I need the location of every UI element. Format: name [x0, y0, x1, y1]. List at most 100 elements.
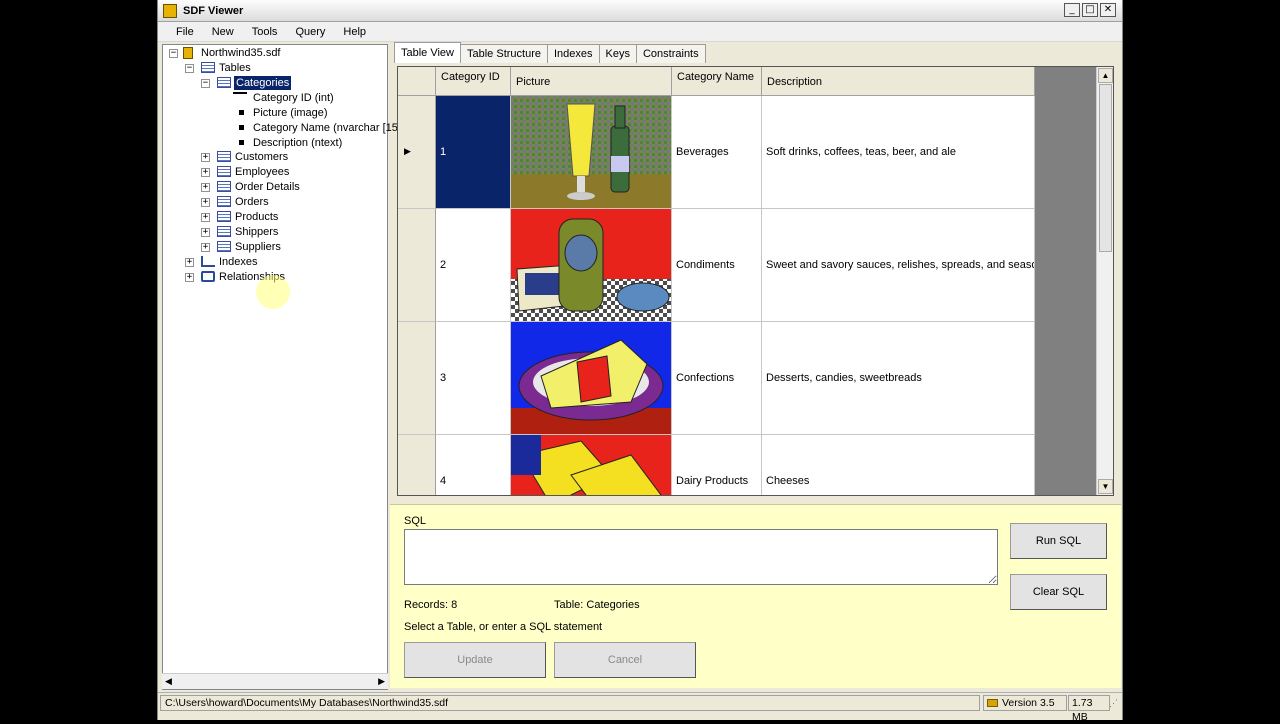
row-header[interactable] — [398, 209, 436, 322]
scroll-thumb[interactable] — [1099, 84, 1112, 252]
cell-category-id[interactable]: 1 — [436, 96, 511, 209]
tree-table-categories[interactable]: Categories — [234, 76, 292, 90]
sql-input[interactable] — [404, 529, 998, 585]
row-header[interactable] — [398, 322, 436, 435]
cursor-highlight — [256, 275, 290, 309]
grid-vertical-scrollbar[interactable]: ▲ ▼ — [1096, 67, 1113, 495]
tree-table[interactable]: Employees — [235, 165, 289, 179]
status-version: Version 3.5 — [983, 695, 1067, 711]
data-grid[interactable]: Category ID Picture Category Name Descri… — [397, 66, 1114, 496]
tree-table[interactable]: Order Details — [235, 180, 300, 194]
scroll-left-icon[interactable]: ◀ — [165, 676, 172, 687]
expand-icon[interactable]: + — [185, 258, 194, 267]
app-window: SDF Viewer _ □ ✕ File New Tools Query He… — [157, 0, 1123, 723]
status-file-size: 1.73 MB — [1068, 695, 1110, 723]
table-icon — [217, 241, 231, 252]
column-header[interactable]: Category Name — [672, 67, 762, 96]
relationship-icon — [201, 271, 215, 282]
expand-icon[interactable]: + — [185, 273, 194, 282]
status-bar: C:\Users\howard\Documents\My Databases\N… — [158, 692, 1122, 723]
row-header[interactable]: ▶ — [398, 96, 436, 209]
collapse-icon[interactable]: − — [201, 79, 210, 88]
cell-description[interactable]: Soft drinks, coffees, teas, beer, and al… — [762, 96, 1035, 209]
expand-icon[interactable]: + — [201, 168, 210, 177]
tree-table[interactable]: Products — [235, 210, 278, 224]
resize-grip-icon[interactable]: ⋰ — [1109, 698, 1118, 709]
collapse-icon[interactable]: − — [185, 64, 194, 73]
cell-category-name[interactable]: Condiments — [672, 209, 762, 322]
cell-category-id[interactable]: 2 — [436, 209, 511, 322]
cell-category-name[interactable]: Dairy Products — [672, 435, 762, 495]
table-icon — [217, 211, 231, 222]
menu-help[interactable]: Help — [335, 26, 376, 38]
table-icon — [217, 226, 231, 237]
run-sql-button[interactable]: Run SQL — [1010, 523, 1107, 559]
maximize-button[interactable]: □ — [1082, 3, 1098, 17]
cancel-button[interactable]: Cancel — [554, 642, 696, 678]
expand-icon[interactable]: + — [201, 198, 210, 207]
scroll-up-icon[interactable]: ▲ — [1098, 68, 1113, 83]
tree-column[interactable]: Description (ntext) — [253, 136, 342, 150]
tab-constraints[interactable]: Constraints — [635, 44, 706, 63]
sql-panel: SQL Run SQL Clear SQL Records: 8 Table: … — [390, 504, 1121, 688]
cell-description[interactable]: Sweet and savory sauces, relishes, sprea… — [762, 209, 1035, 322]
menu-query[interactable]: Query — [287, 26, 335, 38]
picture-cell[interactable] — [511, 322, 672, 435]
menu-new[interactable]: New — [204, 26, 244, 38]
expand-icon[interactable]: + — [201, 228, 210, 237]
tab-table-view[interactable]: Table View — [394, 42, 461, 63]
schema-tree[interactable]: − Northwind35.sdf − Tables − Categories … — [162, 44, 398, 690]
tree-table[interactable]: Orders — [235, 195, 269, 209]
tab-keys[interactable]: Keys — [598, 44, 637, 63]
tree-table[interactable]: Suppliers — [235, 240, 281, 254]
expand-icon[interactable]: + — [201, 243, 210, 252]
picture-cell[interactable] — [511, 96, 672, 209]
expand-icon[interactable]: + — [201, 213, 210, 222]
collapse-icon[interactable]: − — [169, 49, 178, 58]
cell-category-id[interactable]: 4 — [436, 435, 511, 495]
scroll-down-icon[interactable]: ▼ — [1098, 479, 1113, 494]
tab-indexes[interactable]: Indexes — [546, 44, 600, 63]
column-header[interactable]: Description — [762, 67, 1035, 96]
picture-cell[interactable] — [511, 209, 672, 322]
tree-table[interactable]: Customers — [235, 150, 288, 164]
beverages-picture — [511, 96, 671, 208]
picture-cell[interactable] — [511, 435, 672, 495]
tree-column[interactable]: Category ID (int) — [253, 91, 334, 105]
confections-picture — [511, 322, 671, 434]
records-count: Records: 8 — [404, 599, 458, 611]
title-bar: SDF Viewer _ □ ✕ — [158, 0, 1122, 22]
cell-description[interactable]: Cheeses — [762, 435, 1035, 495]
scroll-right-icon[interactable]: ▶ — [378, 676, 385, 687]
hint-text: Select a Table, or enter a SQL statement — [404, 621, 603, 633]
cell-description[interactable]: Desserts, candies, sweetbreads — [762, 322, 1035, 435]
status-version-text: Version 3.5 — [1002, 697, 1055, 709]
update-button[interactable]: Update — [404, 642, 546, 678]
minimize-button[interactable]: _ — [1064, 3, 1080, 17]
tree-column[interactable]: Category Name (nvarchar [15 — [253, 121, 398, 135]
tree-column[interactable]: Picture (image) — [253, 106, 328, 120]
tree-root[interactable]: Northwind35.sdf — [201, 46, 281, 60]
column-header[interactable]: Picture — [511, 67, 672, 96]
menu-tools[interactable]: Tools — [244, 26, 288, 38]
menu-file[interactable]: File — [168, 26, 204, 38]
expand-icon[interactable]: + — [201, 153, 210, 162]
tab-table-structure[interactable]: Table Structure — [460, 44, 548, 63]
table-icon — [217, 77, 231, 88]
close-button[interactable]: ✕ — [1100, 3, 1116, 17]
column-icon — [239, 140, 244, 145]
cell-category-id[interactable]: 3 — [436, 322, 511, 435]
row-header[interactable] — [398, 435, 436, 495]
expand-icon[interactable]: + — [201, 183, 210, 192]
cell-category-name[interactable]: Beverages — [672, 96, 762, 209]
tree-tables[interactable]: Tables — [219, 61, 251, 75]
tree-table[interactable]: Shippers — [235, 225, 278, 239]
clear-sql-button[interactable]: Clear SQL — [1010, 574, 1107, 610]
dairy-picture — [511, 435, 671, 495]
column-header[interactable]: Category ID — [436, 67, 511, 96]
cell-category-name[interactable]: Confections — [672, 322, 762, 435]
tree-horizontal-scrollbar[interactable]: ◀ ▶ — [162, 673, 388, 689]
column-icon — [239, 125, 244, 130]
tree-indexes[interactable]: Indexes — [219, 255, 258, 269]
window-title: SDF Viewer — [183, 4, 244, 17]
